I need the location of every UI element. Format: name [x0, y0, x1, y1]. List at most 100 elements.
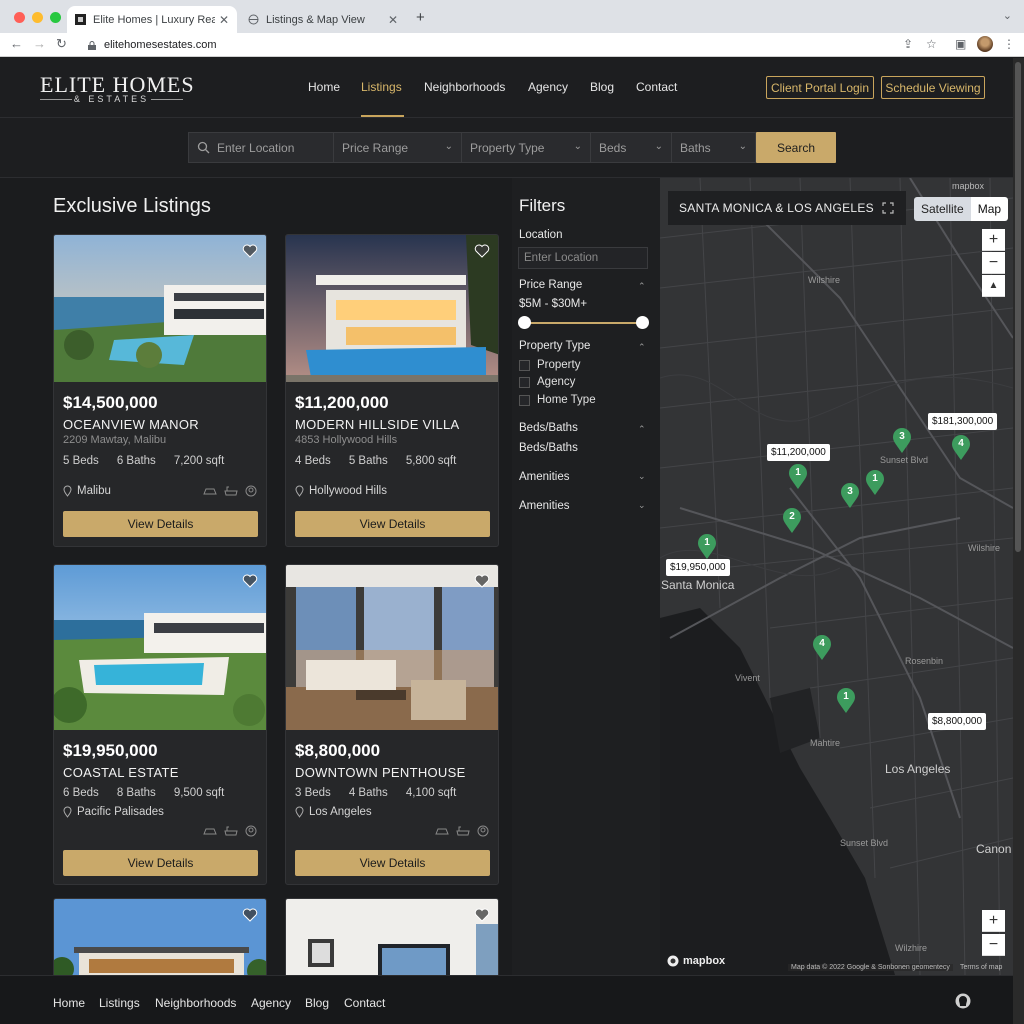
view-details-button[interactable]: View Details — [295, 850, 490, 876]
checkbox-property[interactable] — [519, 360, 530, 371]
share-icon[interactable]: ⇪ — [903, 37, 913, 51]
favorite-heart-icon[interactable] — [474, 907, 490, 923]
property-type-select[interactable]: Property Type ⌄ — [461, 132, 591, 163]
close-tab-icon[interactable]: ✕ — [388, 13, 398, 27]
browser-tab-active[interactable]: Elite Homes | Luxury Real Est ✕ — [67, 6, 237, 33]
profile-avatar[interactable] — [977, 36, 993, 52]
schedule-viewing-button[interactable]: Schedule Viewing — [881, 76, 985, 99]
nav-home[interactable]: Home — [308, 80, 340, 94]
filter-location-input[interactable]: Enter Location — [518, 247, 648, 269]
map-marker[interactable]: 1 — [697, 534, 717, 560]
browser-tab-inactive[interactable]: Listings & Map View ✕ — [240, 6, 406, 33]
search-button[interactable]: Search — [756, 132, 836, 163]
price-range-select[interactable]: Price Range ⌄ — [333, 132, 462, 163]
nav-blog[interactable]: Blog — [590, 80, 614, 94]
chevron-up-icon[interactable]: ⌃ — [638, 342, 646, 353]
checkbox-home-type[interactable] — [519, 395, 530, 406]
filter-amenities-label[interactable]: Amenities — [519, 471, 570, 483]
footer-link-contact[interactable]: Contact — [344, 996, 385, 1010]
nav-neighborhoods[interactable]: Neighborhoods — [424, 80, 505, 94]
zoom-in-button[interactable]: + — [982, 229, 1005, 251]
close-tab-icon[interactable]: ✕ — [219, 13, 229, 27]
fullscreen-icon[interactable] — [882, 202, 894, 214]
map-attribution[interactable]: Map data © 2022 Google & Sonbonen geomen… — [788, 964, 953, 971]
baths-select[interactable]: Baths ⌄ — [671, 132, 756, 163]
map-marker[interactable]: 1 — [788, 464, 808, 490]
zoom-out-button-bottom[interactable]: − — [982, 934, 1005, 956]
listing-card[interactable]: $14,500,000 OCEANVIEW MANOR 2209 Mawtay,… — [53, 234, 267, 547]
view-details-button[interactable]: View Details — [63, 850, 258, 876]
view-details-button[interactable]: View Details — [295, 511, 490, 537]
footer-link-blog[interactable]: Blog — [305, 996, 329, 1010]
view-details-button[interactable]: View Details — [63, 511, 258, 537]
price-slider-track[interactable] — [524, 322, 642, 324]
scrollbar-thumb[interactable] — [1015, 62, 1021, 552]
search-location-field[interactable]: Enter Location — [188, 132, 334, 163]
footer-link-listings[interactable]: Listings — [99, 996, 140, 1010]
price-tag-marker[interactable]: $8,800,000 — [928, 713, 987, 730]
map-marker[interactable]: 3 — [840, 483, 860, 509]
favorite-heart-icon[interactable] — [242, 243, 258, 259]
map-marker[interactable]: 3 — [892, 428, 912, 454]
map-terms[interactable]: Terms of map — [960, 964, 1002, 971]
footer-link-neighborhoods[interactable]: Neighborhoods — [155, 996, 236, 1010]
map-panel[interactable]: mapbox SANTA MONICA & LOS ANGELES Satell… — [660, 178, 1013, 975]
price-slider-max-handle[interactable] — [635, 316, 649, 329]
favorite-heart-icon[interactable] — [242, 573, 258, 589]
favorite-heart-icon[interactable] — [474, 243, 490, 259]
map-marker[interactable]: 4 — [812, 635, 832, 661]
maximize-window-button[interactable] — [50, 12, 61, 23]
beds-select[interactable]: Beds ⌄ — [590, 132, 672, 163]
filter-bedsbaths-sub[interactable]: Beds/Baths — [519, 442, 578, 454]
forward-arrow-icon[interactable]: → — [33, 36, 46, 51]
chevron-up-icon[interactable]: ⌃ — [638, 424, 646, 435]
checkbox-agency[interactable] — [519, 377, 530, 388]
listing-card[interactable]: $11,200,000 MODERN HILLSIDE VILLA 4853 H… — [285, 234, 499, 547]
price-tag-marker[interactable]: $19,950,000 — [666, 559, 730, 576]
favorite-heart-icon[interactable] — [242, 907, 258, 923]
reload-icon[interactable]: ↻ — [56, 36, 67, 52]
listing-card[interactable]: $8,800,000 DOWNTOWN PENTHOUSE 3 Beds 4 B… — [285, 564, 499, 885]
price-tag-marker[interactable]: $181,300,000 — [928, 413, 998, 430]
sidebar-panel-icon[interactable]: ▣ — [955, 37, 966, 51]
zoom-out-button[interactable]: − — [982, 252, 1005, 274]
satellite-toggle[interactable]: Satellite — [914, 197, 971, 221]
filter-amenities-label-2[interactable]: Amenities — [519, 500, 570, 512]
nav-listings[interactable]: Listings — [361, 80, 402, 94]
new-tab-button[interactable]: + — [416, 9, 425, 26]
favorite-heart-icon[interactable] — [474, 573, 490, 589]
map-canvas[interactable] — [660, 178, 1013, 975]
filter-bedsbaths-label[interactable]: Beds/Baths — [519, 422, 578, 434]
url-field[interactable]: elitehomesestates.com — [78, 35, 908, 55]
footer-link-agency[interactable]: Agency — [251, 996, 291, 1010]
tab-search-chevron-icon[interactable]: ⌄ — [1003, 9, 1012, 22]
price-slider-min-handle[interactable] — [517, 316, 531, 329]
price-tag-marker[interactable]: $11,200,000 — [767, 444, 830, 461]
client-portal-login-button[interactable]: Client Portal Login — [766, 76, 874, 99]
bookmark-star-icon[interactable]: ☆ — [926, 37, 937, 51]
compass-button[interactable]: ▲ — [982, 275, 1005, 297]
footer-link-home[interactable]: Home — [53, 996, 85, 1010]
chevron-down-icon[interactable]: ⌄ — [638, 500, 646, 511]
back-arrow-icon[interactable]: ← — [10, 36, 23, 51]
map-marker[interactable]: 2 — [782, 508, 802, 534]
listing-card[interactable]: $19,950,000 COASTAL ESTATE 6 Beds 8 Bath… — [53, 564, 267, 885]
filter-type-label[interactable]: Property Type — [519, 340, 590, 352]
chevron-down-icon[interactable]: ⌄ — [638, 471, 646, 482]
close-window-button[interactable] — [14, 12, 25, 23]
chevron-up-icon[interactable]: ⌃ — [638, 281, 646, 292]
filter-price-label[interactable]: Price Range — [519, 279, 582, 291]
map-marker[interactable]: 1 — [865, 470, 885, 496]
minimize-window-button[interactable] — [32, 12, 43, 23]
nav-contact[interactable]: Contact — [636, 80, 677, 94]
github-icon[interactable] — [955, 993, 971, 1009]
map-label-sunset-blvd-2: Sunset Blvd — [840, 838, 889, 848]
menu-kebab-icon[interactable]: ⋮ — [1003, 37, 1015, 51]
map-toggle[interactable]: Map — [970, 197, 1009, 221]
listing-price: $8,800,000 — [295, 741, 381, 760]
page-scrollbar[interactable] — [1013, 58, 1024, 1024]
map-marker[interactable]: 4 — [951, 435, 971, 461]
map-marker[interactable]: 1 — [836, 688, 856, 714]
zoom-in-button-bottom[interactable]: + — [982, 910, 1005, 932]
nav-agency[interactable]: Agency — [528, 80, 568, 94]
